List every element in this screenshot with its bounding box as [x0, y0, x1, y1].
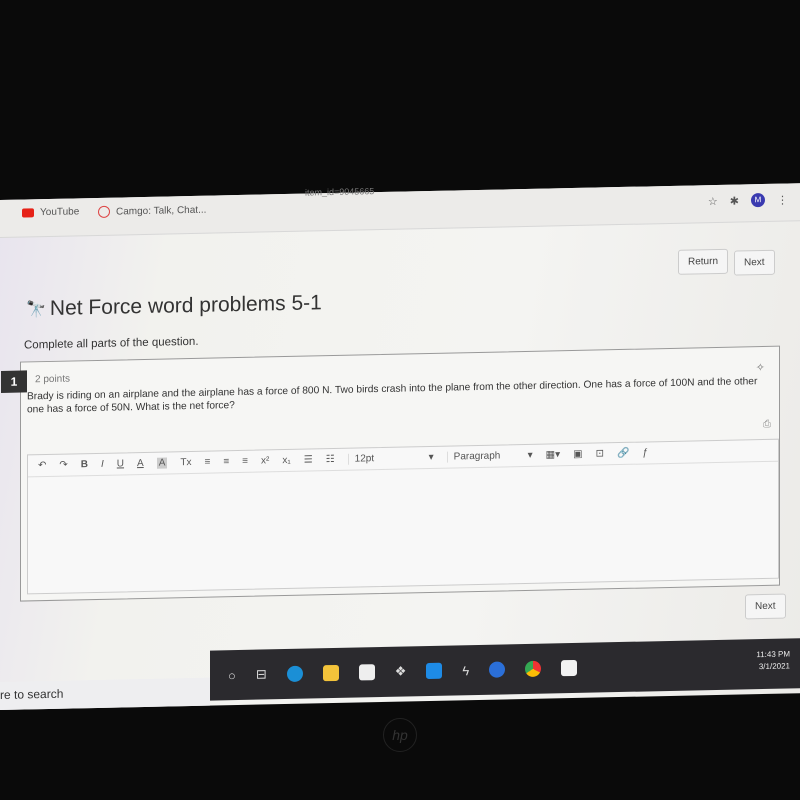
question-points: 2 points	[35, 373, 71, 386]
bookmark-youtube[interactable]: YouTube	[22, 206, 79, 218]
image-icon[interactable]: ▣	[573, 449, 582, 460]
bookmark-label: YouTube	[40, 206, 80, 219]
hp-logo: hp	[383, 718, 417, 752]
taskbar: ○ ⊟ ❖ ϟ 11:43 PM 3/1/2021	[210, 638, 800, 701]
answer-editor[interactable]: ↶ ↷ B I U A A Tx ≡ ≡ ≡ x² x₁ ☰ ☷ 12pt ▾ Parag…	[27, 438, 779, 595]
next-button-bottom[interactable]: Next	[745, 593, 786, 620]
block-format-select[interactable]: Paragraph ▾	[446, 449, 533, 463]
table-icon[interactable]: ▦▾	[546, 449, 560, 460]
question-text: Brady is riding on an airplane and the a…	[27, 376, 758, 416]
redo-icon[interactable]: ↷	[59, 460, 67, 471]
italic-button[interactable]: I	[101, 459, 104, 470]
upload-icon[interactable]: ⎙	[763, 419, 771, 430]
editor-body[interactable]	[28, 462, 778, 548]
file-explorer-icon[interactable]	[322, 664, 339, 682]
mail-icon[interactable]	[426, 662, 443, 680]
title-text: Net Force word problems 5-1	[49, 291, 322, 320]
chromium-icon[interactable]	[489, 661, 506, 678]
font-size-select[interactable]: 12pt ▾	[347, 451, 434, 465]
pin-icon[interactable]: ✧	[756, 361, 765, 374]
cortana-icon[interactable]: ○	[228, 668, 236, 683]
camgo-icon	[98, 205, 110, 218]
bold-button[interactable]: B	[81, 459, 88, 470]
url-fragment[interactable]: item_id=9045665	[305, 186, 374, 197]
page-title: 🔭 Net Force word problems 5-1	[26, 291, 322, 321]
align-right-icon[interactable]: ≡	[242, 456, 248, 467]
youtube-icon	[22, 208, 34, 218]
font-color-button[interactable]: A	[137, 458, 144, 469]
instructions: Complete all parts of the question.	[24, 335, 199, 352]
bookmark-camgo[interactable]: Camgo: Talk, Chat...	[98, 204, 206, 218]
bullet-list-icon[interactable]: ☰	[304, 454, 313, 465]
underline-button[interactable]: U	[117, 458, 124, 469]
superscript-button[interactable]: x²	[261, 455, 269, 466]
menu-icon[interactable]: ⋮	[777, 193, 788, 206]
clear-format-button[interactable]: Tx	[180, 457, 191, 468]
block-format-value: Paragraph	[453, 450, 501, 463]
notepad-icon[interactable]	[561, 659, 578, 677]
link-icon[interactable]: 🔗	[617, 448, 629, 459]
app-lightning-icon[interactable]: ϟ	[462, 663, 469, 678]
extensions-icon[interactable]: ✱	[730, 194, 739, 207]
taskbar-search[interactable]: re to search	[0, 677, 210, 710]
store-icon[interactable]	[358, 664, 375, 681]
dropbox-icon[interactable]: ❖	[395, 663, 407, 679]
chevron-down-icon: ▾	[428, 451, 434, 464]
media-icon[interactable]: ⊡	[596, 448, 604, 459]
clock-date[interactable]: 3/1/2021	[756, 660, 790, 673]
subscript-button[interactable]: x₁	[282, 455, 290, 466]
equation-icon[interactable]: ƒ	[642, 447, 648, 458]
star-icon[interactable]: ☆	[708, 194, 718, 207]
clock-time[interactable]: 11:43 PM	[756, 648, 790, 661]
edge-icon[interactable]	[286, 665, 303, 682]
background-color-button[interactable]: A	[156, 457, 168, 469]
align-left-icon[interactable]: ≡	[204, 457, 210, 468]
avatar[interactable]: M	[751, 192, 765, 208]
task-view-icon[interactable]: ⊟	[256, 666, 267, 682]
screen: item_id=9045665 YouTube Camgo: Talk, Cha…	[0, 183, 800, 711]
binoculars-icon: 🔭	[26, 301, 46, 319]
question-number: 1	[1, 370, 27, 393]
chevron-down-icon: ▾	[527, 449, 533, 461]
undo-icon[interactable]: ↶	[38, 460, 46, 471]
font-size-value: 12pt	[354, 453, 375, 465]
bookmarks-bar: item_id=9045665 YouTube Camgo: Talk, Cha…	[0, 183, 800, 238]
bookmark-label: Camgo: Talk, Chat...	[116, 204, 207, 218]
align-center-icon[interactable]: ≡	[223, 456, 229, 467]
next-button-top[interactable]: Next	[734, 249, 775, 276]
chrome-icon[interactable]	[525, 660, 542, 677]
return-button[interactable]: Return	[678, 248, 729, 275]
numbered-list-icon[interactable]: ☷	[326, 454, 335, 465]
question-box: 1 2 points ✧ Brady is riding on an airpl…	[1, 345, 780, 602]
